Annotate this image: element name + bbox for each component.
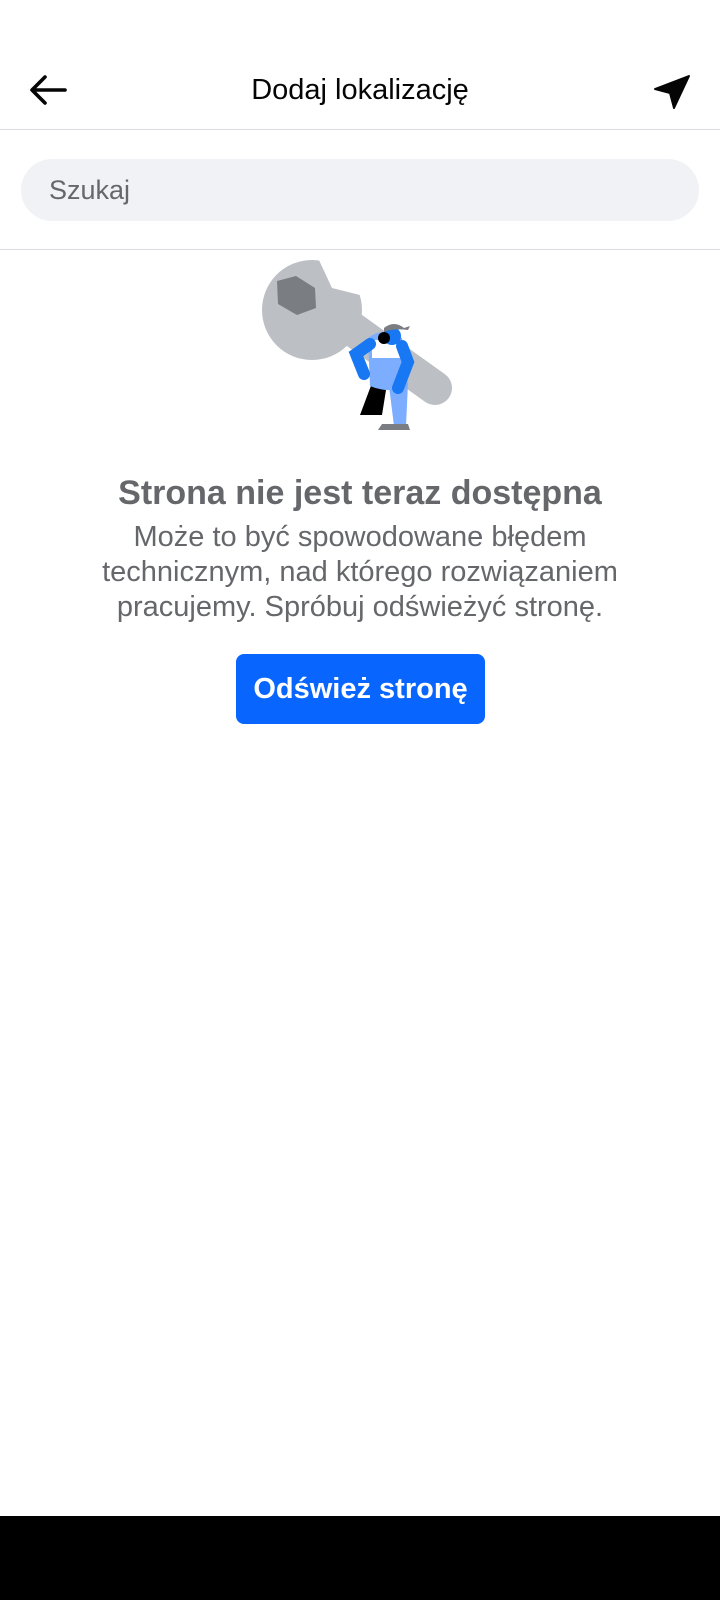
wrench-worker-illustration	[262, 258, 452, 430]
arrow-left-icon	[30, 75, 67, 105]
refresh-page-button[interactable]: Odśwież stronę	[236, 654, 485, 724]
status-bar	[0, 0, 720, 50]
screen: Dodaj lokalizację Strona nie jes	[0, 0, 720, 1600]
back-button[interactable]	[22, 68, 74, 112]
current-location-button[interactable]	[648, 70, 696, 114]
error-title: Strona nie jest teraz dostępna	[118, 474, 602, 512]
page-title: Dodaj lokalizację	[251, 74, 469, 106]
search-input[interactable]	[21, 159, 699, 221]
error-message: Może to być spowodowane błędem techniczn…	[102, 521, 618, 623]
system-navigation-bar	[0, 1516, 720, 1600]
search-section	[0, 130, 720, 250]
top-bar: Dodaj lokalizację	[0, 50, 720, 130]
navigation-arrow-icon	[654, 75, 690, 109]
